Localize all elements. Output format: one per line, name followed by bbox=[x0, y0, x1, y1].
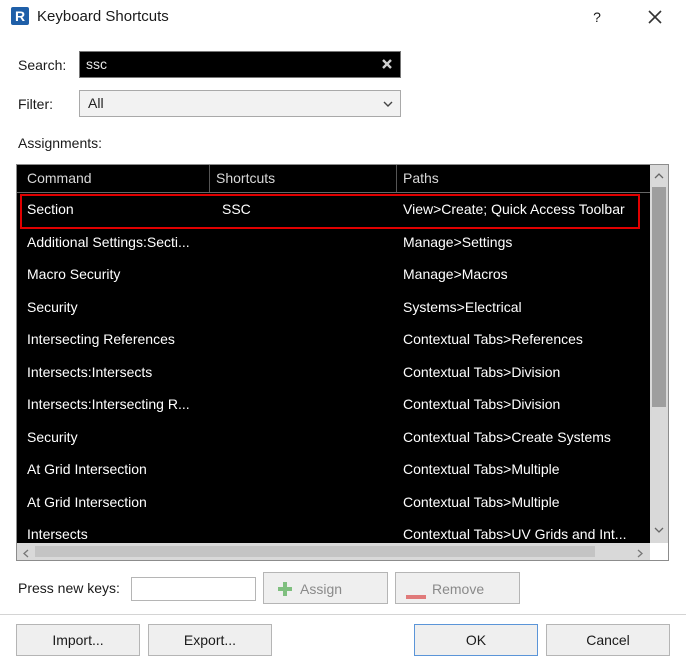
import-label: Import... bbox=[52, 632, 104, 648]
vertical-scroll-thumb[interactable] bbox=[652, 187, 666, 407]
scroll-down-icon[interactable] bbox=[653, 523, 665, 535]
app-icon: R bbox=[11, 7, 29, 25]
horizontal-scroll-thumb[interactable] bbox=[35, 546, 595, 557]
filter-select[interactable]: All bbox=[79, 90, 401, 117]
path-cell: Manage>Settings bbox=[403, 233, 513, 250]
assign-button[interactable]: Assign bbox=[263, 572, 388, 604]
export-button[interactable]: Export... bbox=[148, 624, 272, 656]
help-button[interactable]: ? bbox=[585, 6, 609, 28]
path-cell: Contextual Tabs>UV Grids and Int... bbox=[403, 526, 627, 542]
scroll-right-icon[interactable] bbox=[635, 546, 645, 558]
table-row[interactable]: At Grid Intersection Contextual Tabs>Mult… bbox=[17, 488, 650, 520]
vertical-scrollbar[interactable] bbox=[650, 165, 668, 543]
shortcut-cell: SSC bbox=[222, 201, 251, 217]
command-cell: At Grid Intersection bbox=[27, 461, 147, 477]
close-icon bbox=[648, 10, 662, 24]
path-cell: Contextual Tabs>Division bbox=[403, 363, 561, 380]
path-cell: Systems>Electrical bbox=[403, 298, 522, 315]
column-divider[interactable] bbox=[396, 165, 397, 192]
command-cell: Intersects:Intersects bbox=[27, 363, 153, 380]
filter-label: Filter: bbox=[18, 96, 53, 112]
path-cell: Contextual Tabs>References bbox=[403, 331, 583, 347]
path-cell: Manage>Macros bbox=[403, 266, 508, 282]
scroll-left-icon[interactable] bbox=[21, 546, 31, 558]
cancel-label: Cancel bbox=[586, 632, 630, 648]
ok-button[interactable]: OK bbox=[414, 624, 538, 656]
command-cell: Intersects:Intersecting R... bbox=[27, 396, 190, 412]
assign-label: Assign bbox=[300, 581, 343, 597]
path-cell: Contextual Tabs>Multiple bbox=[403, 493, 560, 510]
plus-icon bbox=[276, 580, 294, 601]
horizontal-scrollbar[interactable] bbox=[17, 543, 650, 560]
command-cell: Additional Settings:Secti... bbox=[27, 233, 190, 250]
command-cell: Intersects bbox=[27, 526, 88, 542]
column-header-shortcuts[interactable]: Shortcuts bbox=[216, 170, 275, 186]
filter-value: All bbox=[88, 95, 104, 111]
assignments-label: Assignments: bbox=[18, 135, 103, 151]
search-input[interactable]: ssc bbox=[79, 51, 401, 78]
command-cell: Security bbox=[27, 428, 78, 445]
window-title: Keyboard Shortcuts bbox=[37, 8, 169, 25]
command-cell: Macro Security bbox=[27, 266, 121, 282]
list-header: Command Shortcuts Paths bbox=[17, 165, 650, 193]
command-cell: Section bbox=[27, 201, 74, 217]
command-cell: Intersecting References bbox=[27, 331, 175, 347]
table-row[interactable]: Intersects:Intersecting R... Contextual T… bbox=[17, 390, 650, 422]
search-value: ssc bbox=[86, 56, 107, 72]
path-cell: Contextual Tabs>Division bbox=[403, 396, 561, 412]
import-button[interactable]: Import... bbox=[16, 624, 140, 656]
remove-label: Remove bbox=[432, 581, 485, 597]
table-row[interactable]: At Grid Intersection Contextual Tabs>Mult… bbox=[17, 455, 650, 487]
table-row[interactable]: Section SSC View>Create; Quick Access Tool… bbox=[17, 195, 650, 227]
title-bar: R Keyboard Shortcuts ? bbox=[0, 0, 686, 34]
table-row[interactable]: Security Systems>Electrical bbox=[17, 293, 650, 325]
close-button[interactable] bbox=[640, 4, 670, 30]
scroll-up-icon[interactable] bbox=[653, 169, 665, 181]
clear-search-icon[interactable] bbox=[380, 57, 394, 71]
export-label: Export... bbox=[183, 632, 237, 648]
remove-button[interactable]: Remove bbox=[395, 572, 520, 604]
scrollbar-corner bbox=[650, 543, 668, 560]
path-cell: Contextual Tabs>Create Systems bbox=[403, 428, 611, 445]
command-cell: Security bbox=[27, 298, 78, 315]
command-cell: At Grid Intersection bbox=[27, 493, 147, 510]
path-cell: View>Create; Quick Access Toolbar bbox=[403, 201, 625, 217]
path-cell: Contextual Tabs>Multiple bbox=[403, 461, 560, 477]
column-divider[interactable] bbox=[209, 165, 210, 192]
table-row[interactable]: Additional Settings:Secti... Manage>Setti… bbox=[17, 228, 650, 260]
minus-icon bbox=[406, 587, 426, 603]
table-row[interactable]: Intersects:Intersects Contextual Tabs>Div… bbox=[17, 358, 650, 390]
table-row[interactable]: Macro Security Manage>Macros bbox=[17, 260, 650, 292]
search-label: Search: bbox=[18, 57, 67, 73]
ok-label: OK bbox=[465, 632, 487, 648]
new-keys-input[interactable] bbox=[131, 577, 256, 601]
assignments-list[interactable]: Command Shortcuts Paths Section SSC View>C… bbox=[16, 164, 669, 561]
press-new-keys-label: Press new keys: bbox=[18, 580, 120, 596]
table-row[interactable]: Intersecting References Contextual Tabs>R… bbox=[17, 325, 650, 357]
table-row[interactable]: Security Contextual Tabs>Create Systems bbox=[17, 423, 650, 455]
column-header-command[interactable]: Command bbox=[27, 170, 92, 186]
cancel-button[interactable]: Cancel bbox=[546, 624, 670, 656]
column-header-paths[interactable]: Paths bbox=[403, 170, 439, 186]
chevron-down-icon bbox=[382, 97, 394, 109]
footer-divider bbox=[0, 614, 686, 615]
